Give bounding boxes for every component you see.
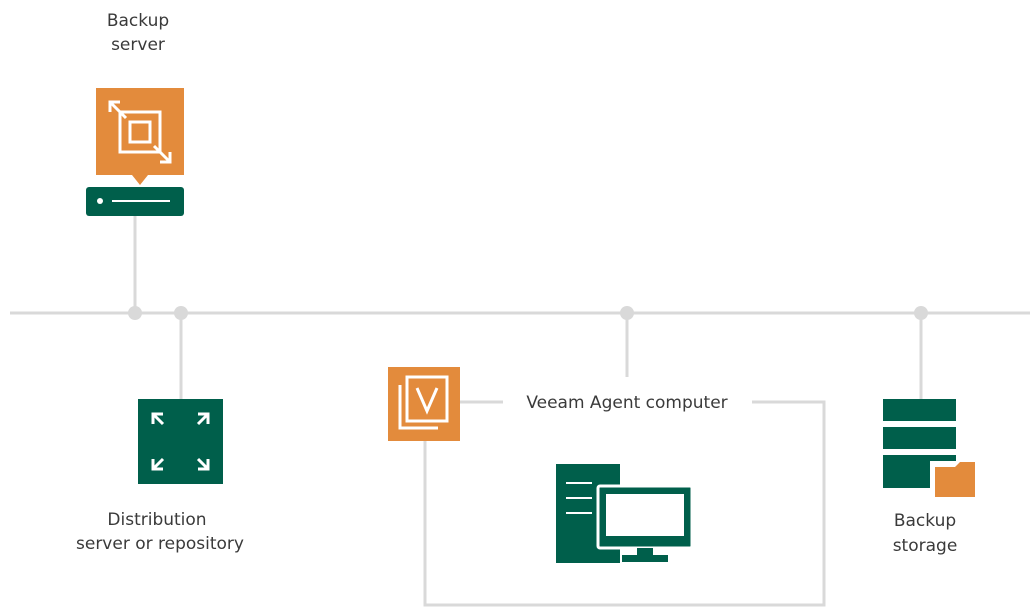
agent-computer-node: Veeam Agent computer: [388, 367, 728, 563]
junction-dot: [128, 306, 142, 320]
distribution-label-line2: server or repository: [76, 534, 244, 554]
backup-storage-label-line2: storage: [893, 536, 958, 556]
backup-server-label-line2: server: [111, 35, 165, 55]
backup-server-icon: [86, 88, 184, 216]
distribution-node: Distribution server or repository: [76, 399, 244, 554]
junction-dot: [174, 306, 188, 320]
veeam-v-logo: [388, 367, 460, 441]
distribution-label-line1: Distribution: [107, 510, 206, 530]
agent-computer-label: Veeam Agent computer: [526, 393, 727, 413]
network-diagram: Backup server Distribution server or rep…: [10, 11, 1030, 607]
backup-storage-label-line1: Backup: [894, 511, 956, 531]
junction-dot: [620, 306, 634, 320]
distribution-server-icon: [138, 399, 223, 484]
junction-dot: [914, 306, 928, 320]
backup-server-node: Backup server: [86, 11, 184, 216]
backup-storage-node: Backup storage: [883, 399, 979, 556]
backup-server-label-line1: Backup: [107, 11, 169, 31]
desktop-computer-icon: [556, 464, 694, 563]
backup-storage-icon: [883, 399, 979, 501]
